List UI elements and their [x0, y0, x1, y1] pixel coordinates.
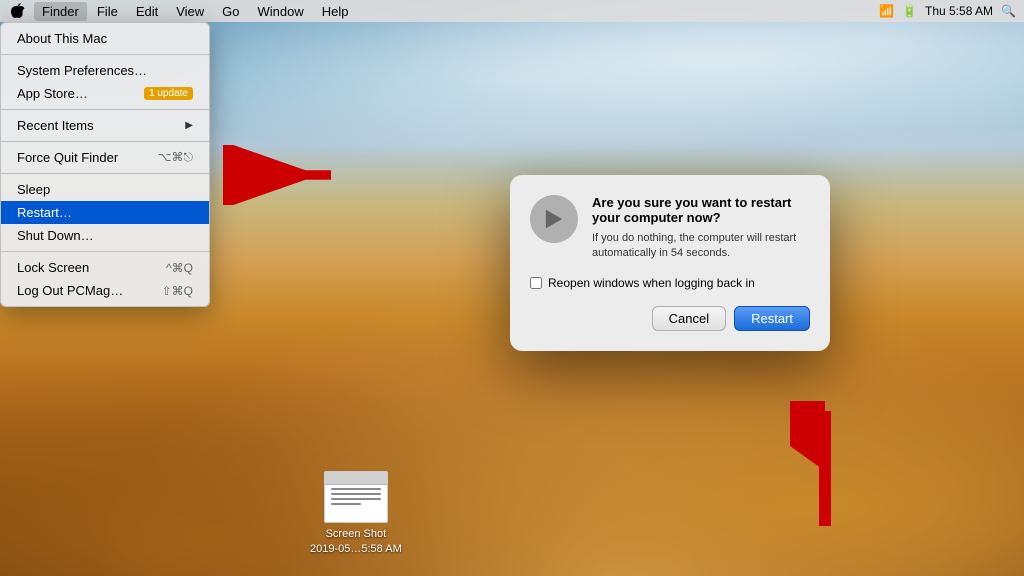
restart-dialog: Are you sure you want to restart your co… [510, 175, 830, 351]
cancel-button[interactable]: Cancel [652, 306, 726, 331]
dialog-text: Are you sure you want to restart your co… [592, 195, 810, 262]
window-menu[interactable]: Window [250, 2, 312, 21]
shut-down[interactable]: Shut Down… [1, 224, 209, 247]
force-quit[interactable]: Force Quit Finder ⌥⌘⎋ [1, 146, 209, 169]
battery-icon: 🔋 [902, 4, 917, 18]
reopen-windows-option: Reopen windows when logging back in [530, 276, 810, 290]
force-quit-shortcut: ⌥⌘⎋ [158, 150, 193, 165]
menu-bar: Finder File Edit View Go Window Help 📶 🔋… [0, 0, 1024, 22]
about-this-mac[interactable]: About This Mac [1, 27, 209, 50]
apple-logo-icon [11, 3, 25, 20]
dialog-buttons: Cancel Restart [530, 306, 810, 331]
separator-3 [1, 141, 209, 142]
restart-icon [530, 195, 578, 243]
arrow-up-indicator [790, 401, 860, 536]
edit-menu[interactable]: Edit [128, 2, 166, 21]
icon-decoration [331, 488, 381, 508]
apple-menu-dropdown: About This Mac System Preferences… App S… [0, 22, 210, 307]
log-out-shortcut: ⇧⌘Q [162, 284, 193, 298]
sleep[interactable]: Sleep [1, 178, 209, 201]
finder-menu[interactable]: Finder [34, 2, 87, 21]
help-menu[interactable]: Help [314, 2, 357, 21]
separator-5 [1, 251, 209, 252]
lock-screen-shortcut: ^⌘Q [166, 261, 193, 275]
icon-label: Screen Shot 2019-05…5:58 AM [310, 527, 402, 556]
file-menu[interactable]: File [89, 2, 126, 21]
restart[interactable]: Restart… [1, 201, 209, 224]
recent-items[interactable]: Recent Items ▶ [1, 114, 209, 137]
separator-2 [1, 109, 209, 110]
app-store[interactable]: App Store… 1 update [1, 82, 209, 105]
menu-bar-right: 📶 🔋 Thu 5:58 AM 🔍 [879, 4, 1016, 18]
wifi-icon[interactable]: 📶 [879, 4, 894, 18]
screenshot-thumbnail [324, 471, 388, 523]
dialog-body: If you do nothing, the computer will res… [592, 231, 810, 262]
recent-items-arrow: ▶ [185, 120, 193, 131]
app-store-badge: 1 update [144, 87, 193, 100]
spotlight-icon[interactable]: 🔍 [1001, 4, 1016, 18]
arrow-left-indicator [215, 145, 335, 210]
system-preferences[interactable]: System Preferences… [1, 59, 209, 82]
apple-menu-button[interactable] [8, 1, 28, 21]
view-menu[interactable]: View [168, 2, 212, 21]
go-menu[interactable]: Go [214, 2, 247, 21]
separator-1 [1, 54, 209, 55]
dialog-title: Are you sure you want to restart your co… [592, 195, 810, 225]
reopen-windows-label: Reopen windows when logging back in [548, 276, 755, 290]
separator-4 [1, 173, 209, 174]
reopen-windows-checkbox[interactable] [530, 277, 542, 289]
clock: Thu 5:58 AM [925, 4, 993, 18]
restart-button[interactable]: Restart [734, 306, 810, 331]
log-out[interactable]: Log Out PCMag… ⇧⌘Q [1, 279, 209, 302]
desktop-icon-screenshot[interactable]: Screen Shot 2019-05…5:58 AM [310, 471, 402, 556]
lock-screen[interactable]: Lock Screen ^⌘Q [1, 256, 209, 279]
dialog-content: Are you sure you want to restart your co… [530, 195, 810, 262]
